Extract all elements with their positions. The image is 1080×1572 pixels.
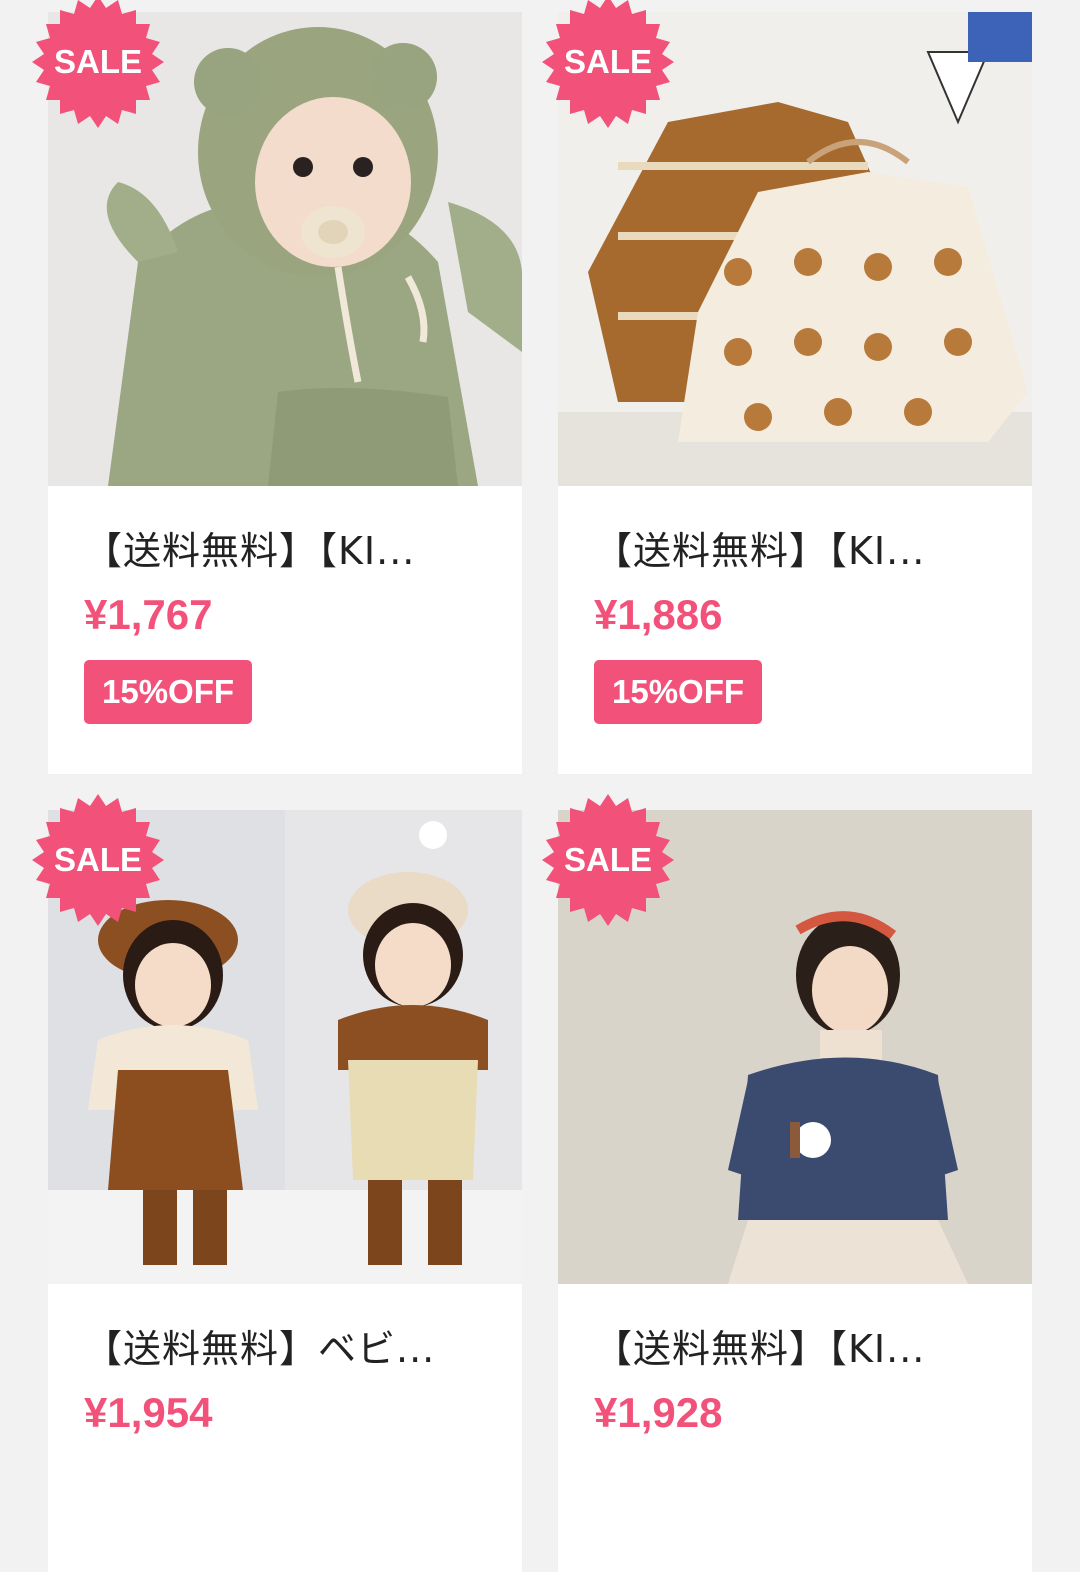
sale-badge: SALE xyxy=(540,792,676,928)
product-title[interactable]: 【送料無料】ベビ... xyxy=(84,1324,486,1374)
svg-text:SALE: SALE xyxy=(564,43,652,80)
product-price: ¥1,767 xyxy=(84,591,213,638)
product-price: ¥1,954 xyxy=(84,1389,213,1436)
product-card[interactable]: SALE 【送料無料】ベビ... ¥1,954 xyxy=(32,794,522,1572)
sale-badge: SALE xyxy=(540,0,676,130)
product-price: ¥1,886 xyxy=(594,591,723,638)
product-card[interactable]: SALE 【送料無料】【KI... ¥1,886 15%OFF xyxy=(542,0,1032,774)
svg-text:SALE: SALE xyxy=(564,841,652,878)
discount-badge: 15%OFF xyxy=(594,660,763,724)
product-card[interactable]: SALE 【送料無料】【KI... ¥1,928 xyxy=(542,794,1032,1572)
product-price: ¥1,928 xyxy=(594,1389,723,1436)
svg-text:SALE: SALE xyxy=(54,841,142,878)
sale-badge: SALE xyxy=(30,792,166,928)
product-title[interactable]: 【送料無料】【KI... xyxy=(594,526,996,576)
product-card[interactable]: SALE 【送料無料】【KI... ¥1,767 15%OFF xyxy=(32,0,522,774)
discount-badge: 15%OFF xyxy=(84,660,253,724)
product-title[interactable]: 【送料無料】【KI... xyxy=(84,526,486,576)
svg-text:SALE: SALE xyxy=(54,43,142,80)
product-title[interactable]: 【送料無料】【KI... xyxy=(594,1324,996,1374)
sale-badge: SALE xyxy=(30,0,166,130)
